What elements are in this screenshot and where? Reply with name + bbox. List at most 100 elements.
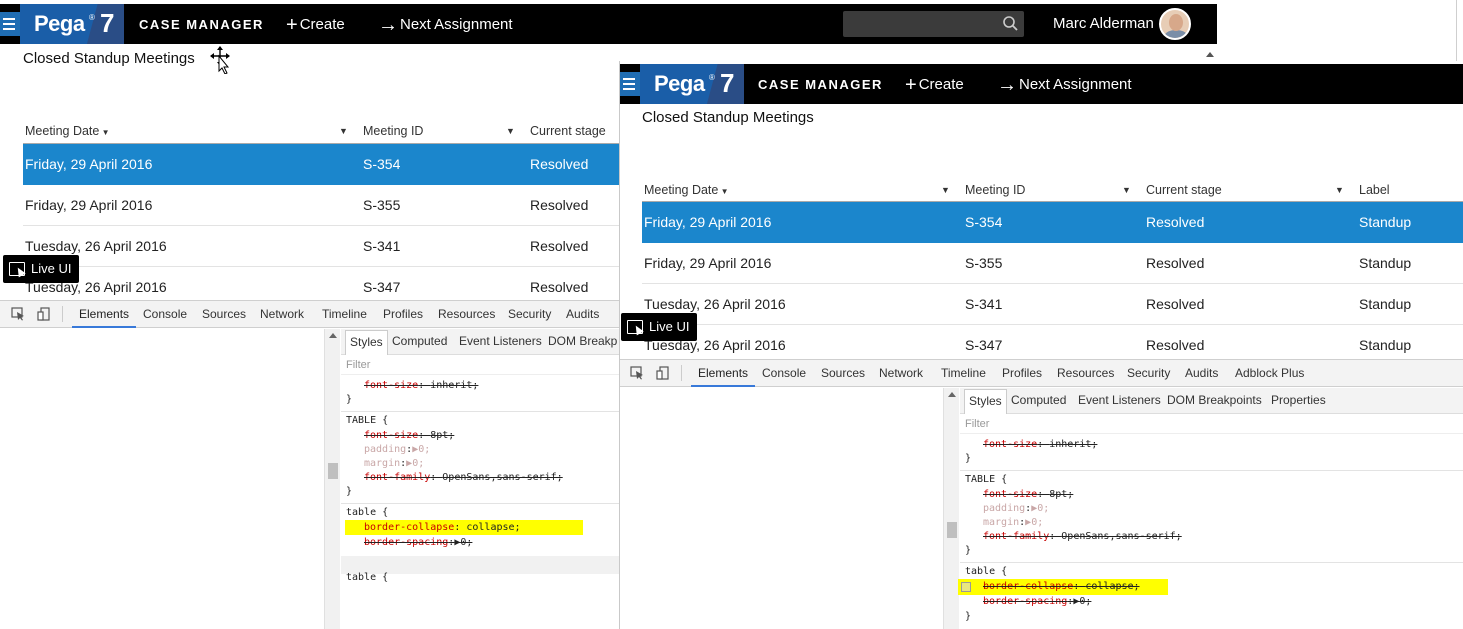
css-property-border-collapse[interactable]: border-collapse: collapse; bbox=[364, 522, 521, 533]
tab-styles[interactable]: Styles bbox=[964, 389, 1007, 414]
scrollbar[interactable] bbox=[943, 388, 959, 629]
tab-security[interactable]: Security bbox=[1127, 366, 1170, 380]
menu-icon[interactable] bbox=[0, 12, 20, 36]
tab-audits[interactable]: Audits bbox=[566, 307, 599, 321]
avatar[interactable] bbox=[1159, 8, 1191, 40]
next-assignment-button[interactable]: → Next Assignment bbox=[378, 14, 513, 37]
tab-dom-breakpoints[interactable]: DOM Breakp bbox=[548, 334, 617, 348]
stage-cell: Resolved bbox=[530, 238, 589, 254]
css-property[interactable]: font-family: OpenSans,sans-serif; bbox=[983, 531, 1182, 542]
search-icon[interactable] bbox=[1002, 15, 1018, 31]
css-selector[interactable]: table { bbox=[346, 507, 388, 518]
create-button[interactable]: + Create bbox=[905, 74, 964, 97]
tab-audits[interactable]: Audits bbox=[1185, 366, 1218, 380]
tab-event-listeners[interactable]: Event Listeners bbox=[459, 334, 542, 348]
filter-icon[interactable]: ▼ bbox=[1335, 185, 1344, 195]
inspect-icon[interactable] bbox=[11, 307, 25, 321]
tab-timeline[interactable]: Timeline bbox=[941, 366, 986, 380]
live-ui-button[interactable]: Live UI bbox=[3, 255, 80, 283]
css-selector[interactable]: table { bbox=[346, 572, 388, 583]
css-property-border-collapse[interactable]: border-collapse: collapse; bbox=[983, 581, 1140, 592]
css-property[interactable]: font-size: 8pt; bbox=[983, 489, 1073, 500]
label-cell: Standup bbox=[1359, 296, 1412, 312]
css-property[interactable]: border-spacing:▶0; bbox=[983, 596, 1091, 607]
tab-computed[interactable]: Computed bbox=[1011, 393, 1066, 407]
tab-profiles[interactable]: Profiles bbox=[383, 307, 423, 321]
css-selector[interactable]: table { bbox=[965, 566, 1007, 577]
table-row[interactable]: Tuesday, 26 April 2016 S-341 Resolved bbox=[23, 226, 620, 267]
menu-icon[interactable] bbox=[620, 72, 640, 96]
css-property[interactable]: font-size: 8pt; bbox=[364, 430, 454, 441]
css-property[interactable]: padding:▶0; bbox=[364, 444, 430, 455]
column-header-current-stage[interactable]: Current stage bbox=[530, 124, 606, 138]
tab-elements[interactable]: Elements bbox=[71, 307, 137, 328]
column-header-meeting-id[interactable]: Meeting ID bbox=[965, 183, 1025, 197]
page-title: Closed Standup Meetings bbox=[23, 50, 195, 67]
live-ui-button[interactable]: Live UI bbox=[621, 313, 698, 341]
tab-elements[interactable]: Elements bbox=[690, 366, 756, 387]
label-cell: Standup bbox=[1359, 337, 1412, 353]
css-property[interactable]: margin:▶0; bbox=[364, 458, 424, 469]
page-title: Closed Standup Meetings bbox=[642, 109, 814, 126]
css-property[interactable]: padding:▶0; bbox=[983, 503, 1049, 514]
filter-icon[interactable]: ▼ bbox=[941, 185, 950, 195]
scrollbar[interactable] bbox=[324, 329, 340, 629]
device-mode-icon[interactable] bbox=[37, 307, 51, 321]
styles-filter-input[interactable]: Filter bbox=[960, 414, 1463, 434]
tab-computed[interactable]: Computed bbox=[392, 334, 447, 348]
tab-resources[interactable]: Resources bbox=[438, 307, 495, 321]
meeting-date-cell: Tuesday, 26 April 2016 bbox=[644, 296, 786, 312]
pega-logo[interactable]: Pega ® 7 bbox=[20, 4, 124, 44]
column-header-meeting-date[interactable]: Meeting Date ▼ bbox=[644, 183, 729, 197]
filter-icon[interactable]: ▼ bbox=[1122, 185, 1131, 195]
css-selector[interactable]: TABLE { bbox=[346, 415, 388, 426]
column-header-meeting-date[interactable]: Meeting Date ▼ bbox=[25, 124, 110, 138]
tab-sources[interactable]: Sources bbox=[821, 366, 865, 380]
css-property[interactable]: font-family: OpenSans,sans-serif; bbox=[364, 472, 563, 483]
scroll-up-arrow[interactable] bbox=[1206, 52, 1214, 57]
tab-profiles[interactable]: Profiles bbox=[1002, 366, 1042, 380]
property-checkbox[interactable] bbox=[961, 582, 971, 592]
column-header-label[interactable]: Label bbox=[1359, 183, 1390, 197]
tab-properties[interactable]: Properties bbox=[1271, 393, 1326, 407]
css-property[interactable]: border-spacing:▶0; bbox=[364, 537, 472, 548]
filter-icon[interactable]: ▼ bbox=[339, 126, 348, 136]
table-row[interactable]: Friday, 29 April 2016 S-354 Resolved Sta… bbox=[642, 202, 1463, 243]
tab-security[interactable]: Security bbox=[508, 307, 551, 321]
column-header-meeting-id[interactable]: Meeting ID bbox=[363, 124, 423, 138]
tab-timeline[interactable]: Timeline bbox=[322, 307, 367, 321]
column-header-current-stage[interactable]: Current stage bbox=[1146, 183, 1222, 197]
search-input[interactable] bbox=[843, 11, 1024, 37]
tab-styles[interactable]: Styles bbox=[345, 330, 388, 355]
label-cell: Standup bbox=[1359, 255, 1412, 271]
css-selector[interactable]: TABLE { bbox=[965, 474, 1007, 485]
tab-network[interactable]: Network bbox=[879, 366, 923, 380]
css-property[interactable]: font-size: inherit; bbox=[364, 380, 478, 391]
device-mode-icon[interactable] bbox=[656, 366, 670, 380]
meeting-date-cell: Friday, 29 April 2016 bbox=[644, 214, 772, 230]
tab-network[interactable]: Network bbox=[260, 307, 304, 321]
table-row[interactable]: Tuesday, 26 April 2016 S-341 Resolved St… bbox=[642, 284, 1463, 325]
table-row[interactable]: Friday, 29 April 2016 S-355 Resolved bbox=[23, 185, 620, 226]
tab-adblock-plus[interactable]: Adblock Plus bbox=[1235, 366, 1304, 380]
tab-console[interactable]: Console bbox=[143, 307, 187, 321]
user-name[interactable]: Marc Alderman bbox=[1053, 15, 1154, 32]
css-property[interactable]: font-size: inherit; bbox=[983, 439, 1097, 450]
tab-resources[interactable]: Resources bbox=[1057, 366, 1114, 380]
devtools-panel: Elements Console Sources Network Timelin… bbox=[0, 300, 620, 629]
tab-console[interactable]: Console bbox=[762, 366, 806, 380]
tab-dom-breakpoints[interactable]: DOM Breakpoints bbox=[1167, 393, 1262, 407]
tab-event-listeners[interactable]: Event Listeners bbox=[1078, 393, 1161, 407]
table-row[interactable]: Friday, 29 April 2016 S-355 Resolved Sta… bbox=[642, 243, 1463, 284]
styles-filter-input[interactable]: Filter bbox=[341, 355, 620, 375]
meeting-id-cell: S-341 bbox=[965, 296, 1003, 312]
css-property[interactable]: margin:▶0; bbox=[983, 517, 1043, 528]
table-row[interactable]: Friday, 29 April 2016 S-354 Resolved bbox=[23, 144, 620, 185]
filter-icon[interactable]: ▼ bbox=[506, 126, 515, 136]
inspect-icon[interactable] bbox=[630, 366, 644, 380]
next-assignment-button[interactable]: → Next Assignment bbox=[997, 74, 1132, 97]
tab-sources[interactable]: Sources bbox=[202, 307, 246, 321]
pega-logo[interactable]: Pega ® 7 bbox=[640, 64, 744, 104]
meeting-id-cell: S-341 bbox=[363, 238, 401, 254]
create-button[interactable]: + Create bbox=[286, 14, 345, 37]
